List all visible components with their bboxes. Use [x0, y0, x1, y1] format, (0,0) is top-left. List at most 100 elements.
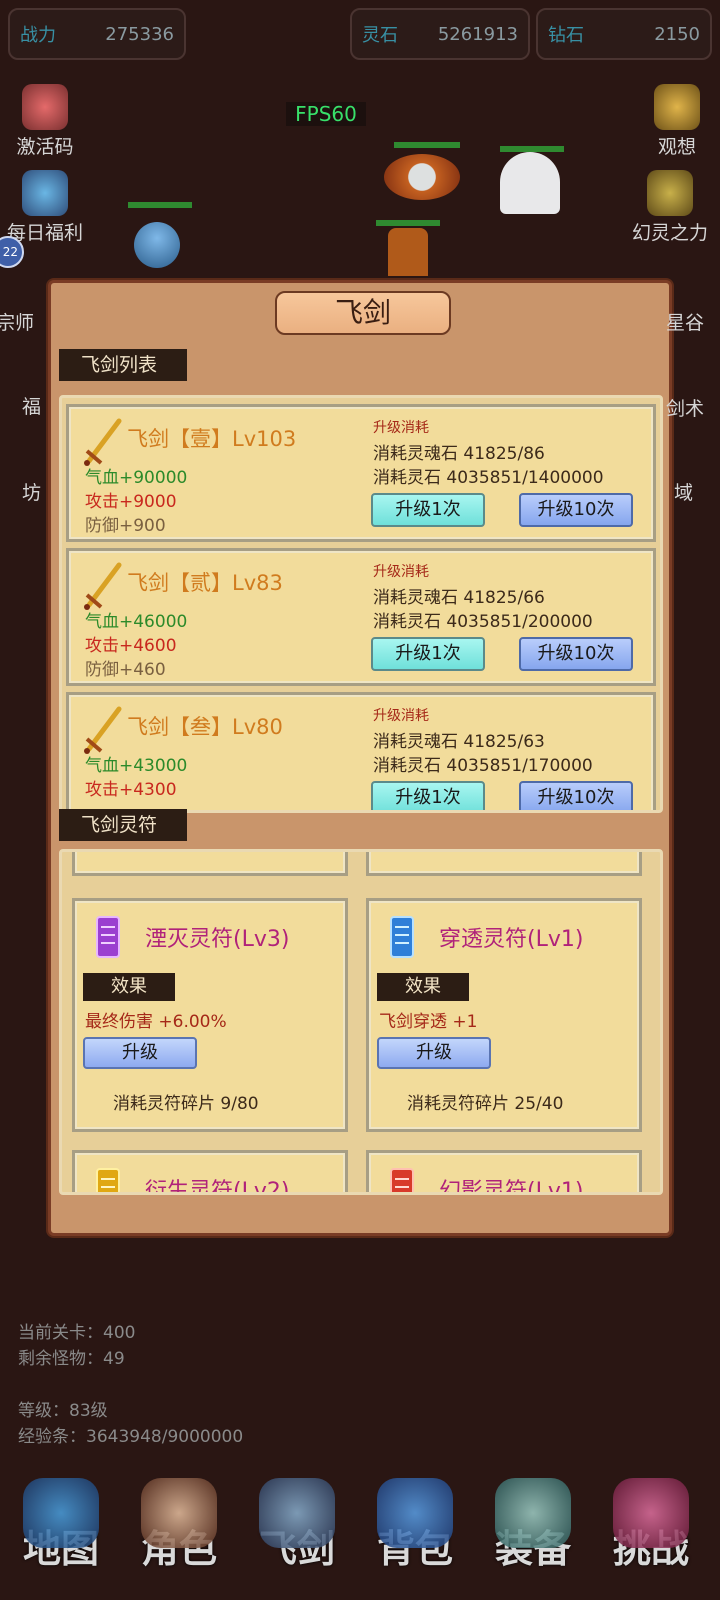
upgrade-once-button[interactable]: 升级1次 [371, 493, 485, 527]
soul-stone-cost: 消耗灵魂石 41825/63 [373, 732, 545, 752]
sword-attack: 攻击+9000 [85, 492, 177, 512]
sword-list-tag: 飞剑列表 [59, 349, 187, 381]
upgrade-ten-button[interactable]: 升级10次 [519, 493, 633, 527]
nav-map[interactable]: 地图 [6, 1478, 116, 1573]
bag-icon [377, 1478, 453, 1548]
nav-flying-sword[interactable]: 飞剑 [242, 1478, 352, 1573]
player-level: 等级：83级 [18, 1401, 108, 1421]
menu-sect[interactable]: 宗师 [0, 308, 44, 335]
ghost-monster [500, 152, 560, 214]
remaining-monsters: 剩余怪物：49 [18, 1349, 125, 1369]
sword-hp: 气血+90000 [85, 468, 188, 488]
spirit-stone-value: 5261913 [437, 23, 518, 45]
gold-talisman-icon [96, 1168, 120, 1192]
talisman-name: 衍生灵符(Lv2) [145, 1179, 290, 1195]
sword-attack: 攻击+4600 [85, 636, 177, 656]
experience: 经验条：3643948/9000000 [18, 1427, 244, 1447]
sword-list[interactable]: 飞剑【壹】Lv103 气血+90000 攻击+9000 防御+900 升级消耗 … [59, 395, 663, 813]
sword-card: 飞剑【壹】Lv103 气血+90000 攻击+9000 防御+900 升级消耗 … [66, 404, 656, 542]
monster-hp-bar [376, 220, 440, 226]
effect-text: 最终伤害 +6.00% [85, 1012, 227, 1032]
diamond-stat: 钻石 2150 [536, 8, 712, 60]
diamond-label: 钻石 [548, 25, 584, 46]
effect-text: 飞剑穿透 +1 [379, 1012, 478, 1032]
trophy-icon [647, 170, 693, 216]
sword-card: 飞剑【叁】Lv80 气血+43000 攻击+4300 升级消耗 消耗灵魂石 41… [66, 692, 656, 810]
spirit-stone-stat: 灵石 5261913 [350, 8, 530, 60]
spirit-stone-cost: 消耗灵石 4035851/1400000 [373, 468, 604, 488]
talisman-card: 幻影灵符(Lv1) [366, 1150, 642, 1195]
fps-counter: FPS60 [286, 102, 366, 126]
nav-equipment[interactable]: 装备 [478, 1478, 588, 1573]
pot-icon [22, 170, 68, 216]
challenge-icon [613, 1478, 689, 1548]
power-stat: 战力 275336 [8, 8, 186, 60]
talisman-upgrade-button[interactable]: 升级 [83, 1037, 197, 1069]
sword-defense: 防御+460 [85, 660, 166, 680]
fragment-cost: 消耗灵符碎片 25/40 [407, 1094, 564, 1114]
talisman-card: 衍生灵符(Lv2) [72, 1150, 348, 1195]
menu-daily-welfare[interactable]: 每日福利 [0, 170, 90, 245]
menu-star-valley[interactable]: 星谷 [666, 308, 716, 335]
red-talisman-icon [390, 1168, 414, 1192]
sword-name: 飞剑【叁】Lv80 [127, 715, 283, 739]
idol-icon [654, 84, 700, 130]
effect-tag: 效果 [83, 973, 175, 1001]
soul-stone-cost: 消耗灵魂石 41825/86 [373, 444, 545, 464]
menu-label: 域 [674, 482, 694, 504]
talisman-list[interactable]: 湮灭灵符(Lv3) 效果 最终伤害 +6.00% 升级 消耗灵符碎片 9/80 … [59, 849, 663, 1195]
upgrade-once-button[interactable]: 升级1次 [371, 781, 485, 810]
effect-tag: 效果 [377, 973, 469, 1001]
fragment-cost: 消耗灵符碎片 9/80 [113, 1094, 259, 1114]
upgrade-once-button[interactable]: 升级1次 [371, 637, 485, 671]
upgrade-ten-button[interactable]: 升级10次 [519, 637, 633, 671]
menu-label: 观想 [657, 136, 696, 158]
map-icon [23, 1478, 99, 1548]
menu-shop[interactable]: 坊 [22, 478, 52, 505]
sword-icon [84, 418, 122, 466]
menu-label: 星谷 [666, 312, 705, 334]
sword-name: 飞剑【壹】Lv103 [127, 427, 297, 451]
spirit-stone-cost: 消耗灵石 4035851/200000 [373, 612, 593, 632]
menu-label: 激活码 [16, 136, 74, 158]
upgrade-cost-title: 升级消耗 [373, 420, 429, 436]
menu-label: 剑术 [666, 398, 705, 420]
equipment-icon [495, 1478, 571, 1548]
menu-domain[interactable]: 域 [674, 478, 714, 505]
menu-fortune[interactable]: 福 [22, 392, 52, 419]
talisman-card-partial [72, 852, 348, 876]
soul-stone-cost: 消耗灵魂石 41825/66 [373, 588, 545, 608]
sword-name: 飞剑【贰】Lv83 [127, 571, 283, 595]
menu-phantom-power[interactable]: 幻灵之力 [620, 170, 720, 245]
upgrade-ten-button[interactable]: 升级10次 [519, 781, 633, 810]
sword-defense: 防御+900 [85, 516, 166, 536]
nav-bag[interactable]: 背包 [360, 1478, 470, 1573]
power-label: 战力 [20, 25, 56, 46]
tree-monster [388, 228, 428, 276]
spirit-stone-cost: 消耗灵石 4035851/170000 [373, 756, 593, 776]
purple-talisman-icon [96, 916, 120, 958]
upgrade-cost-title: 升级消耗 [373, 708, 429, 724]
menu-label: 宗师 [0, 312, 35, 334]
sword-icon [84, 706, 122, 754]
talisman-card: 湮灭灵符(Lv3) 效果 最终伤害 +6.00% 升级 消耗灵符碎片 9/80 [72, 898, 348, 1132]
menu-visualize[interactable]: 观想 [632, 84, 720, 159]
menu-label: 坊 [22, 482, 42, 504]
talisman-card: 穿透灵符(Lv1) 效果 飞剑穿透 +1 升级 消耗灵符碎片 25/40 [366, 898, 642, 1132]
talisman-name: 穿透灵符(Lv1) [439, 927, 584, 952]
nav-character[interactable]: 角色 [124, 1478, 234, 1573]
blue-slime-monster [134, 222, 180, 268]
nav-challenge[interactable]: 挑战 [596, 1478, 706, 1573]
sword-hp: 气血+46000 [85, 612, 188, 632]
talisman-upgrade-button[interactable]: 升级 [377, 1037, 491, 1069]
upgrade-cost-title: 升级消耗 [373, 564, 429, 580]
talisman-tag: 飞剑灵符 [59, 809, 187, 841]
bat-monster [384, 154, 460, 200]
spirit-stone-label: 灵石 [362, 25, 398, 46]
power-value: 275336 [105, 23, 174, 45]
talisman-card-partial [366, 852, 642, 876]
menu-activation-code[interactable]: 激活码 [0, 84, 90, 159]
sword-hp: 气血+43000 [85, 756, 188, 776]
talisman-name: 幻影灵符(Lv1) [439, 1179, 584, 1195]
menu-sword-skill[interactable]: 剑术 [666, 394, 716, 421]
